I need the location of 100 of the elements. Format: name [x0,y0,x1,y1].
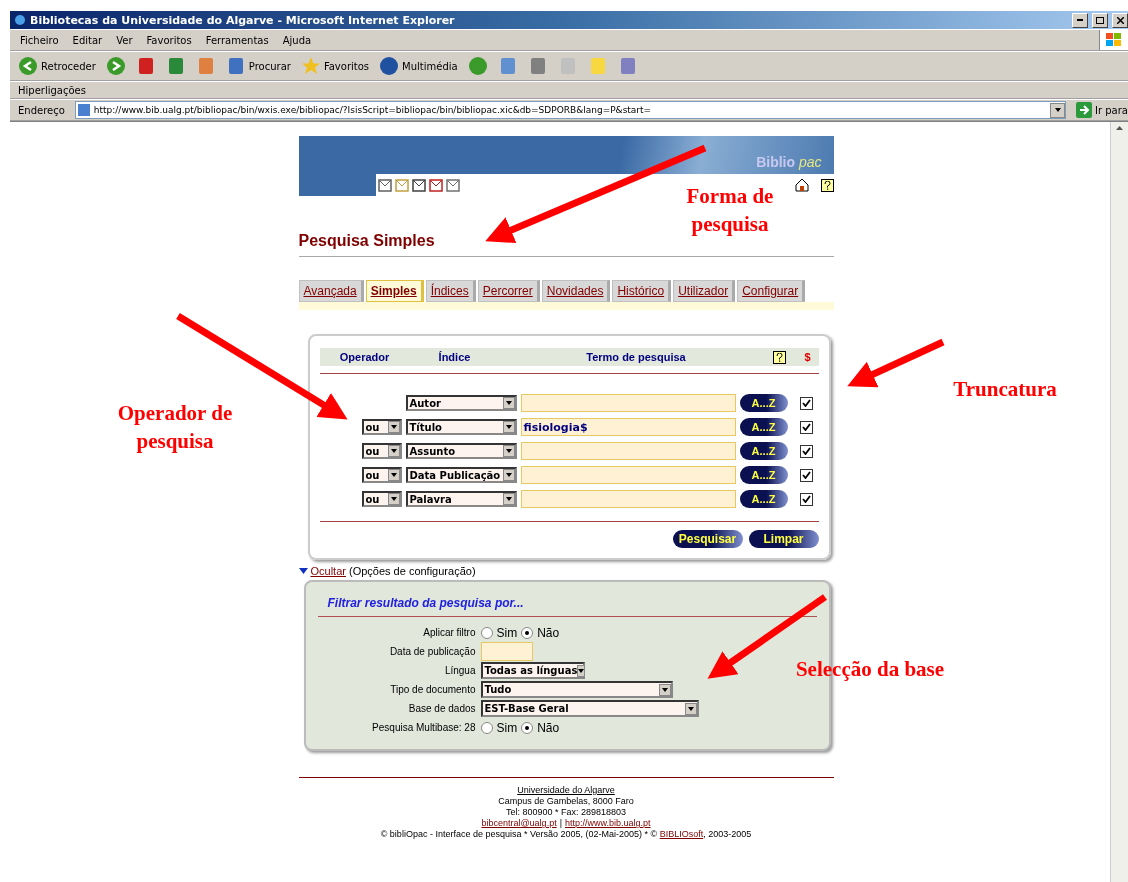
menu-item[interactable]: Editar [70,34,105,46]
toolbar-icon[interactable] [428,178,443,192]
radio-button[interactable] [521,721,534,734]
index-select[interactable]: Data Publicação [405,467,517,483]
toolbar-icon[interactable] [377,178,392,192]
scrollbar[interactable] [1110,122,1128,882]
tab[interactable]: Índices [425,280,476,302]
search-term-field[interactable] [520,466,736,484]
credits-text: © bibliOpac - Interface de pesquisa * Versão 2005, (02-Mai-2005) * © BIBLIOsoft, 2003-2005 [380,829,752,840]
help-icon[interactable] [820,178,834,192]
go-button[interactable]: Ir para [1076,102,1128,118]
field-label: Língua [443,665,476,676]
browse-button[interactable]: A...Z [739,394,788,412]
tab[interactable]: Avançada [298,280,364,302]
up-arrow-icon[interactable] [1116,126,1123,130]
toolbar-button[interactable]: Procurar [225,56,291,76]
browse-button[interactable]: A...Z [739,466,788,484]
browse-button[interactable]: A...Z [739,442,788,460]
annotation-label: Truncatura [952,376,1058,403]
search-button[interactable]: Pesquisar [672,530,743,548]
tab[interactable]: Novidades [541,280,611,302]
tab[interactable]: Histórico [612,280,672,302]
maximize-icon [1096,16,1104,24]
menu-item[interactable]: Ferramentas [203,34,271,46]
date-field[interactable] [480,642,533,661]
browse-button[interactable]: A...Z [739,418,788,436]
radio-label: Não [537,625,560,640]
index-select[interactable]: Palavra [405,491,517,507]
toolbar-button[interactable]: Multimédia [379,56,458,76]
index-select[interactable]: Título [405,419,517,435]
page-icon [77,104,90,116]
toolbar-button[interactable]: Retroceder [18,56,96,76]
menu-item[interactable]: Ver [114,34,135,46]
truncate-checkbox[interactable] [799,396,813,410]
close-icon [1116,16,1124,24]
tab[interactable]: Configurar [737,280,806,302]
links-bar-label[interactable]: Hiperligações [18,84,86,96]
radio-label: Sim [496,625,518,640]
index-select[interactable]: Autor [405,395,517,411]
minimize-icon [1077,19,1083,21]
column-header: Operador [338,351,391,363]
institution-link[interactable]: Universidade do Algarve [517,785,615,796]
tab[interactable]: Utilizador [673,280,736,302]
address-text: Campus de Gambelas, 8000 Faro [498,796,634,807]
help-icon[interactable] [772,350,786,364]
column-header: Índice [437,351,472,363]
forward-icon [105,56,126,76]
truncate-checkbox[interactable] [799,492,813,506]
search-term-field[interactable] [520,394,736,412]
tab[interactable]: Percorrer [477,280,540,302]
browse-button[interactable]: A...Z [739,490,788,508]
operator-select[interactable]: ou [361,491,402,507]
index-select[interactable]: Assunto [405,443,517,459]
toolbar-icon[interactable] [411,178,426,192]
field-label: Tipo de documento [389,684,476,695]
address-field[interactable]: http://www.bib.ualg.pt/bibliopac/bin/wxis.exe/bibliopac/?IsisScript=bibliopac/bin/bibliopac.xic&db=SDPORB&lang=P&start= [74,101,1067,119]
menu-item[interactable]: Ajuda [280,34,314,46]
email-link[interactable]: bibcentral@ualg.pt [481,818,557,829]
operator-select[interactable]: ou [361,467,402,483]
column-header: Termo de pesquisa [585,351,687,363]
operator-select[interactable]: ou [361,443,402,459]
toolbar-icon[interactable] [445,178,460,192]
address-label: Endereço [18,104,65,116]
search-term-field[interactable] [520,442,736,460]
radio-label: Sim [496,720,518,735]
menu-item[interactable]: Favoritos [144,34,194,46]
radio-button[interactable] [521,626,534,639]
radio-label: Não [537,720,560,735]
hide-link[interactable]: Ocultar [310,565,346,577]
toolbar-button[interactable]: Favoritos [300,56,370,76]
annotation-label: Operador de pesquisa [116,400,234,455]
arrow-icon [1076,102,1093,118]
operator-select[interactable]: ou [361,419,402,435]
contact-text: Tel: 800900 * Fax: 289818803 [505,807,627,818]
radio-button[interactable] [480,626,493,639]
truncate-checkbox[interactable] [799,444,813,458]
logo: Biblio pac [756,154,822,170]
truncate-checkbox[interactable] [799,468,813,482]
field-label: Pesquisa Multibase: 28 [371,722,476,733]
field-label: Data de publicação [388,646,476,657]
back-icon [18,56,38,76]
minimize-button[interactable] [1072,12,1088,28]
menu-item[interactable]: Ficheiro [18,34,61,46]
close-button[interactable] [1112,12,1128,28]
dropdown[interactable]: EST-Base Geral [480,700,699,717]
clear-button[interactable]: Limpar [748,530,819,548]
search-term-field[interactable]: fisiologia$ [520,418,736,436]
field-label: Aplicar filtro [422,627,476,638]
dropdown[interactable]: Todas as línguas [480,662,585,679]
maximize-button[interactable] [1092,12,1108,28]
tab[interactable]: Simples [365,280,424,302]
options-note: (Opções de configuração) [348,565,476,577]
truncate-checkbox[interactable] [799,420,813,434]
annotation-label: Selecção da base [795,656,945,683]
radio-button[interactable] [480,721,493,734]
search-term-field[interactable] [520,490,736,508]
dropdown[interactable]: Tudo [480,681,673,698]
browser-icon [14,14,26,26]
separator: | [559,818,562,829]
website-link[interactable]: http://www.bib.ualg.pt [565,818,651,829]
